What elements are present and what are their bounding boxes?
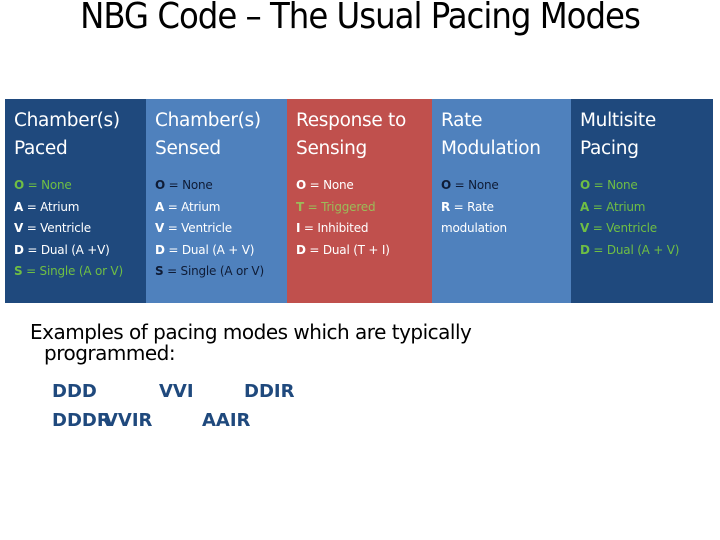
mode-example: DDD: [52, 381, 97, 402]
code-list: O = None R = Rate modulation: [441, 175, 563, 240]
slide-title: NBG Code – The Usual Pacing Modes: [80, 0, 641, 37]
code-letter: D: [296, 242, 306, 257]
code-item: V = Ventricle: [155, 218, 279, 240]
code-description: = Atrium: [164, 199, 221, 214]
code-description: = Single (A or V): [163, 264, 264, 278]
column-response-to-sensing: Response to Sensing O = None T = Triggere…: [287, 99, 432, 303]
code-description: = Dual (A +V): [23, 242, 110, 257]
column-chambers-sensed: Chamber(s) Sensed O = None A = Atrium V = …: [146, 99, 287, 303]
code-list: O = None T = Triggered I = Inhibited D = Du…: [296, 175, 424, 261]
code-letter: V: [14, 221, 24, 235]
code-letter: O: [14, 178, 25, 192]
column-chambers-paced: Chamber(s) Paced O = None A = Atrium V = V…: [5, 99, 146, 303]
column-header: Multisite Pacing: [580, 110, 656, 159]
code-list: O = None A = Atrium V = Ventricle D = Dual …: [155, 175, 279, 283]
code-letter: V: [155, 221, 165, 235]
code-description: = None: [165, 178, 213, 192]
code-item: A = Atrium: [580, 197, 705, 219]
code-description: = None: [306, 178, 354, 192]
code-item: R = Rate modulation: [441, 197, 563, 240]
code-letter: A: [155, 199, 165, 214]
code-item: T = Triggered: [296, 197, 424, 219]
code-letter: V: [580, 221, 590, 235]
code-description: = None: [590, 178, 638, 192]
column-rate-modulation: Rate Modulation O = None R = Rate modulat…: [432, 99, 571, 303]
code-item: S = Single (A or V): [14, 261, 138, 283]
code-item: O = None: [580, 175, 705, 197]
mode-example: DDIR: [244, 381, 295, 402]
code-item: O = None: [14, 175, 138, 197]
code-letter: A: [14, 199, 24, 214]
code-item: D = Dual (A + V): [155, 240, 279, 262]
code-letter: O: [296, 178, 307, 192]
examples-intro-line2: programmed:: [44, 341, 176, 365]
code-letter: A: [580, 199, 590, 214]
code-item: V = Ventricle: [580, 218, 705, 240]
column-header: Chamber(s) Paced: [14, 110, 120, 159]
code-item: O = None: [296, 175, 424, 197]
mode-example: VVIR: [104, 410, 153, 431]
mode-example: VVI: [159, 381, 194, 402]
code-list: O = None A = Atrium V = Ventricle D = Dual …: [14, 175, 138, 283]
code-letter: O: [441, 178, 452, 192]
code-item: O = None: [441, 175, 563, 197]
mode-example: DDDR: [52, 410, 111, 431]
column-header: Chamber(s) Sensed: [155, 110, 261, 159]
code-description: = Atrium: [589, 199, 646, 214]
code-description: = Rate modulation: [441, 199, 507, 236]
code-letter: R: [441, 199, 451, 214]
code-description: = Ventricle: [164, 221, 232, 235]
nbg-code-table: Chamber(s) Paced O = None A = Atrium V = V…: [5, 99, 713, 303]
column-header: Rate Modulation: [441, 110, 541, 159]
code-item: I = Inhibited: [296, 218, 424, 240]
code-description: = Inhibited: [300, 221, 369, 235]
mode-example: AAIR: [202, 410, 251, 431]
examples-intro-line1: Examples of pacing modes which are typic…: [30, 320, 472, 344]
code-item: D = Dual (T + I): [296, 240, 424, 262]
code-description: = Triggered: [304, 199, 376, 214]
code-list: O = None A = Atrium V = Ventricle D = Dual …: [580, 175, 705, 261]
code-item: D = Dual (A +V): [14, 240, 138, 262]
code-description: = Single (A or V): [22, 264, 123, 278]
code-description: = Ventricle: [589, 221, 657, 235]
column-header: Response to Sensing: [296, 110, 407, 159]
code-letter: D: [580, 242, 590, 257]
code-description: = Dual (T + I): [305, 242, 390, 257]
code-item: O = None: [155, 175, 279, 197]
code-item: D = Dual (A + V): [580, 240, 705, 262]
code-letter: D: [14, 242, 24, 257]
code-letter: D: [155, 242, 165, 257]
column-multisite-pacing: Multisite Pacing O = None A = Atrium V = V…: [571, 99, 713, 303]
code-description: = Dual (A + V): [164, 242, 255, 257]
code-description: = Atrium: [23, 199, 80, 214]
code-description: = Dual (A + V): [589, 242, 680, 257]
code-description: = None: [451, 178, 499, 192]
code-item: A = Atrium: [14, 197, 138, 219]
code-item: V = Ventricle: [14, 218, 138, 240]
code-item: A = Atrium: [155, 197, 279, 219]
code-description: = None: [24, 178, 72, 192]
code-letter: O: [155, 178, 166, 192]
code-letter: O: [580, 178, 591, 192]
examples-text: Examples of pacing modes which are typic…: [30, 320, 472, 365]
code-item: S = Single (A or V): [155, 261, 279, 283]
code-letter: T: [296, 199, 304, 214]
code-description: = Ventricle: [23, 221, 91, 235]
